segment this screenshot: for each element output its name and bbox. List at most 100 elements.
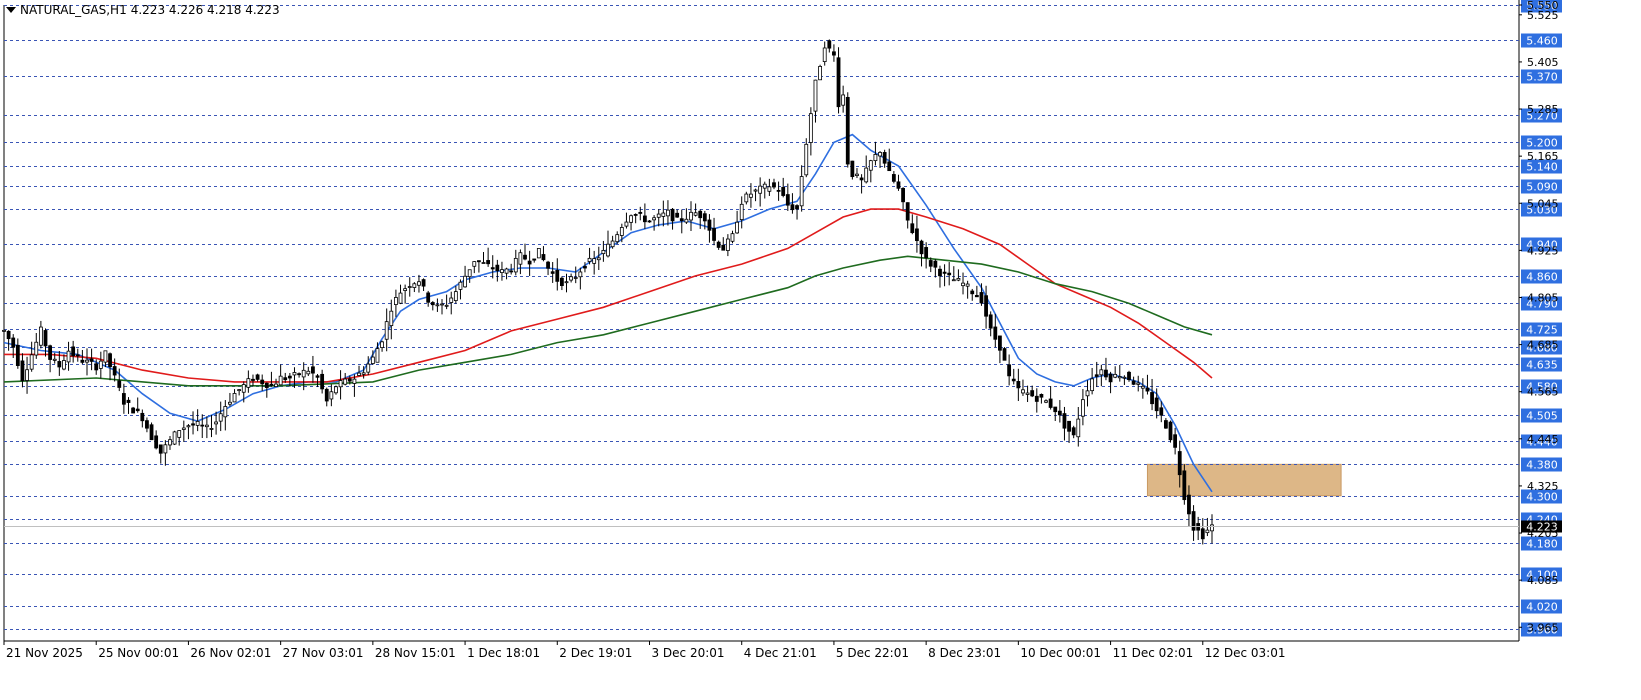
candle-body [43, 330, 48, 347]
candle-body [121, 393, 126, 405]
candle-body [1016, 381, 1021, 389]
candle-body [993, 326, 998, 340]
candle[interactable] [536, 248, 541, 259]
candle-body [343, 378, 348, 385]
candle-body [495, 264, 500, 272]
candle-body [956, 278, 961, 281]
candle-body [652, 217, 657, 221]
candle-body [559, 277, 564, 286]
candle[interactable] [149, 422, 154, 441]
symbol-header[interactable]: NATURAL_GAS,H1 4.223 4.226 4.218 4.223 [6, 3, 280, 17]
y-tick-label: 4.685 [1527, 339, 1559, 352]
candle-body [1104, 369, 1108, 378]
candle-body [891, 174, 896, 182]
x-tick-label: 3 Dec 20:01 [651, 646, 724, 660]
candle-body [527, 260, 532, 265]
candle-body [596, 257, 601, 261]
candle-body [868, 160, 873, 171]
candle-body [753, 189, 758, 192]
candle-body [430, 302, 435, 306]
candle[interactable] [131, 406, 135, 414]
candle[interactable] [1002, 347, 1007, 361]
candle-body [1044, 400, 1048, 403]
candle[interactable] [804, 138, 809, 178]
candle-body [656, 213, 661, 218]
candle-body [1076, 418, 1081, 438]
price-chart[interactable]: 5.5505.4605.3705.2705.2005.1405.0905.030… [0, 0, 1641, 696]
candle-body [689, 211, 693, 221]
candle-body [970, 290, 975, 295]
candle[interactable] [845, 92, 850, 168]
level-label: 5.200 [1526, 137, 1558, 150]
candle[interactable] [850, 160, 855, 180]
candle-body [1108, 373, 1113, 383]
candle-body [712, 227, 716, 241]
candle-body [292, 372, 297, 376]
price-zone[interactable] [1146, 463, 1342, 497]
candle-body [573, 277, 578, 279]
chart-area[interactable]: 5.550 5.460 5.370 5.270 5.200 5.140 5.090 5.030… [0, 0, 1641, 696]
candle-body [11, 337, 16, 348]
candle-body [1159, 407, 1164, 416]
candle-body [218, 413, 223, 422]
x-tick-label: 4 Dec 21:01 [744, 646, 817, 660]
candle-body [915, 228, 919, 242]
candle-body [66, 350, 71, 363]
candle-body [642, 215, 647, 223]
candle-body [725, 238, 730, 251]
candle-body [785, 194, 790, 206]
x-tick-label: 11 Dec 02:01 [1113, 646, 1194, 660]
candle-body [845, 96, 850, 165]
candle-body [223, 406, 228, 418]
level-label: 5.460 [1526, 35, 1558, 48]
candle-body [232, 393, 237, 403]
candle-body [163, 444, 168, 454]
candle-body [500, 269, 504, 273]
candle-body [103, 350, 108, 363]
candle[interactable] [818, 64, 822, 81]
candle-body [255, 374, 260, 380]
candle-body [1071, 427, 1076, 436]
candle-body [919, 240, 924, 255]
x-tick-label: 5 Dec 22:01 [836, 646, 909, 660]
candle-body [965, 283, 970, 287]
candle-body [942, 271, 947, 274]
candle-body [75, 354, 80, 357]
candle-body [905, 202, 910, 221]
candle-body [444, 304, 449, 307]
candle-body [85, 359, 89, 363]
y-tick-label: 4.085 [1527, 574, 1559, 587]
candle-body [486, 260, 491, 265]
candle-body [463, 275, 467, 288]
candle-body [841, 94, 846, 106]
candle[interactable] [1168, 420, 1173, 443]
candle[interactable] [172, 430, 177, 446]
collapse-triangle-icon[interactable] [6, 7, 16, 13]
candle-body [25, 369, 29, 381]
candle-body [749, 193, 753, 198]
candle-body [154, 435, 159, 449]
candle-body [435, 304, 440, 307]
candle-body [1127, 371, 1131, 381]
candle-body [477, 260, 481, 263]
candle-body [933, 260, 938, 268]
candle-body [721, 244, 726, 251]
candle-body [583, 266, 587, 269]
candle-body [48, 345, 53, 360]
candle-body [1067, 420, 1071, 432]
candle-body [730, 233, 735, 242]
candle-body [610, 240, 615, 248]
candle-body [237, 389, 242, 392]
level-label: 4.380 [1526, 459, 1558, 472]
candle-body [1150, 392, 1154, 405]
candle-body [357, 372, 361, 376]
candle-body [624, 221, 629, 227]
candle-body [1205, 529, 1210, 534]
candle-body [984, 295, 988, 317]
candle-body [398, 292, 403, 304]
candle-body [928, 260, 933, 267]
candle-body [679, 218, 684, 222]
candle-body [675, 212, 680, 218]
candle-body [808, 113, 813, 143]
candle-body [859, 177, 864, 181]
